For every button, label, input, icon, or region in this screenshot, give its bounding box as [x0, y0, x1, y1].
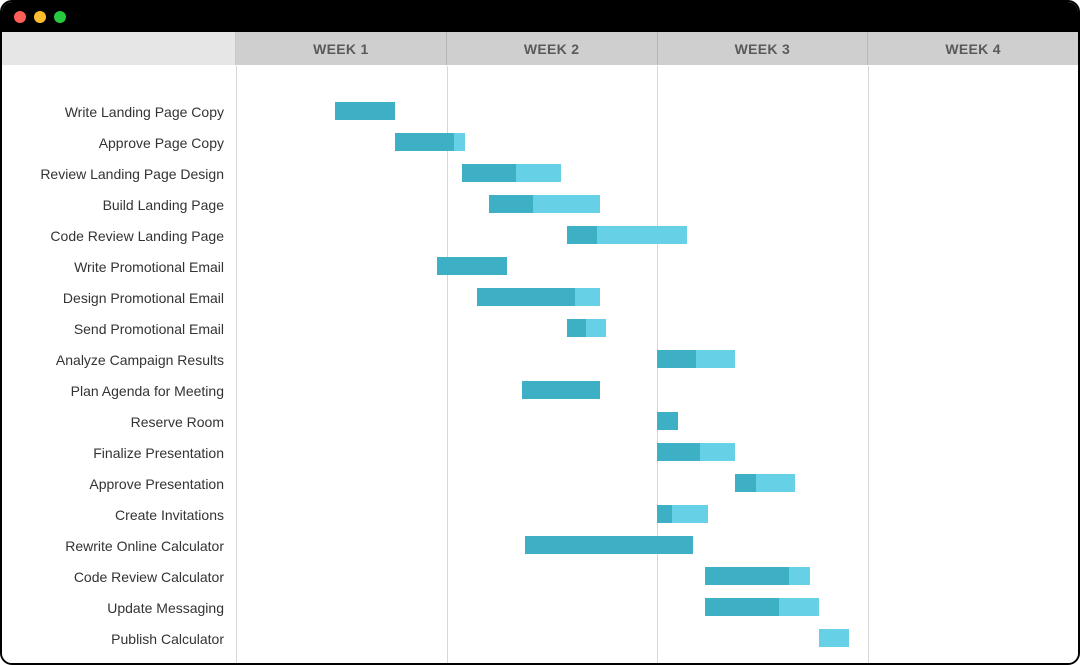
task-label: Build Landing Page — [2, 189, 236, 220]
task-label: Code Review Calculator — [2, 561, 236, 592]
gantt-bar[interactable] — [522, 381, 600, 399]
gantt-row — [236, 468, 1078, 499]
gantt-bar-progress — [437, 257, 506, 275]
app-window: WEEK 1 WEEK 2 WEEK 3 WEEK 4 Write Landin… — [0, 0, 1080, 665]
gantt-bar[interactable] — [395, 133, 464, 151]
gantt-row — [236, 592, 1078, 623]
gantt-bar-progress — [395, 133, 454, 151]
gantt-bar-progress — [522, 381, 600, 399]
task-label: Write Landing Page Copy — [2, 96, 236, 127]
task-label: Create Invitations — [2, 499, 236, 530]
gantt-bar[interactable] — [657, 443, 735, 461]
task-label: Write Promotional Email — [2, 251, 236, 282]
window-close-icon[interactable] — [14, 11, 26, 23]
gantt-bar-progress — [705, 598, 779, 616]
task-label: Plan Agenda for Meeting — [2, 375, 236, 406]
task-label: Approve Presentation — [2, 468, 236, 499]
gantt-bar[interactable] — [462, 164, 561, 182]
task-label: Rewrite Online Calculator — [2, 530, 236, 561]
task-label: Review Landing Page Design — [2, 158, 236, 189]
gantt-bar[interactable] — [489, 195, 600, 213]
week-column-header: WEEK 2 — [447, 32, 658, 65]
task-label: Analyze Campaign Results — [2, 344, 236, 375]
gantt-bar[interactable] — [657, 350, 735, 368]
gantt-bar-progress — [657, 350, 696, 368]
gantt-bar-progress — [462, 164, 517, 182]
week-column-header: WEEK 3 — [658, 32, 869, 65]
gantt-bar-progress — [567, 319, 587, 337]
gantt-bar-progress — [657, 505, 672, 523]
gantt-row — [236, 158, 1078, 189]
gantt-row — [236, 220, 1078, 251]
gantt-bar[interactable] — [819, 629, 849, 647]
gantt-bar[interactable] — [657, 412, 678, 430]
gantt-bar-progress — [657, 412, 678, 430]
gantt-bar[interactable] — [567, 319, 606, 337]
gantt-bar[interactable] — [335, 102, 395, 120]
week-column-header: WEEK 1 — [236, 32, 447, 65]
timeline-header: WEEK 1 WEEK 2 WEEK 3 WEEK 4 — [2, 32, 1078, 66]
gantt-row — [236, 344, 1078, 375]
gantt-bar-progress — [735, 474, 756, 492]
gantt-row — [236, 127, 1078, 158]
gantt-row — [236, 406, 1078, 437]
gantt-bar-progress — [705, 567, 789, 585]
gantt-bar-progress — [489, 195, 534, 213]
task-label: Publish Calculator — [2, 623, 236, 654]
gantt-bar[interactable] — [705, 598, 819, 616]
gantt-bar[interactable] — [705, 567, 810, 585]
gantt-row — [236, 499, 1078, 530]
gantt-area[interactable] — [236, 66, 1078, 663]
gantt-bar-progress — [567, 226, 597, 244]
task-label: Send Promotional Email — [2, 313, 236, 344]
window-zoom-icon[interactable] — [54, 11, 66, 23]
gantt-bar[interactable] — [477, 288, 600, 306]
task-label: Update Messaging — [2, 592, 236, 623]
task-label: Reserve Room — [2, 406, 236, 437]
gantt-bar-progress — [477, 288, 576, 306]
gantt-row — [236, 530, 1078, 561]
gantt-bar-progress — [335, 102, 395, 120]
task-label-column: Write Landing Page CopyApprove Page Copy… — [2, 66, 236, 663]
gantt-bar[interactable] — [567, 226, 687, 244]
task-label: Approve Page Copy — [2, 127, 236, 158]
gantt-row — [236, 375, 1078, 406]
gantt-row — [236, 282, 1078, 313]
gantt-bar-progress — [657, 443, 700, 461]
gantt-row — [236, 561, 1078, 592]
window-titlebar[interactable] — [2, 2, 1078, 32]
gantt-row — [236, 96, 1078, 127]
gantt-bar[interactable] — [525, 536, 693, 554]
gantt-row — [236, 189, 1078, 220]
task-label: Design Promotional Email — [2, 282, 236, 313]
gantt-row — [236, 251, 1078, 282]
task-label: Finalize Presentation — [2, 437, 236, 468]
window-minimize-icon[interactable] — [34, 11, 46, 23]
gantt-bar-progress — [525, 536, 693, 554]
week-column-header: WEEK 4 — [868, 32, 1078, 65]
gantt-row — [236, 313, 1078, 344]
gantt-row — [236, 623, 1078, 654]
gantt-bar[interactable] — [657, 505, 708, 523]
gantt-bar[interactable] — [437, 257, 506, 275]
header-spacer — [2, 32, 236, 65]
gantt-row — [236, 437, 1078, 468]
gantt-bar[interactable] — [735, 474, 795, 492]
task-label: Code Review Landing Page — [2, 220, 236, 251]
gantt-content: Write Landing Page CopyApprove Page Copy… — [2, 66, 1078, 663]
